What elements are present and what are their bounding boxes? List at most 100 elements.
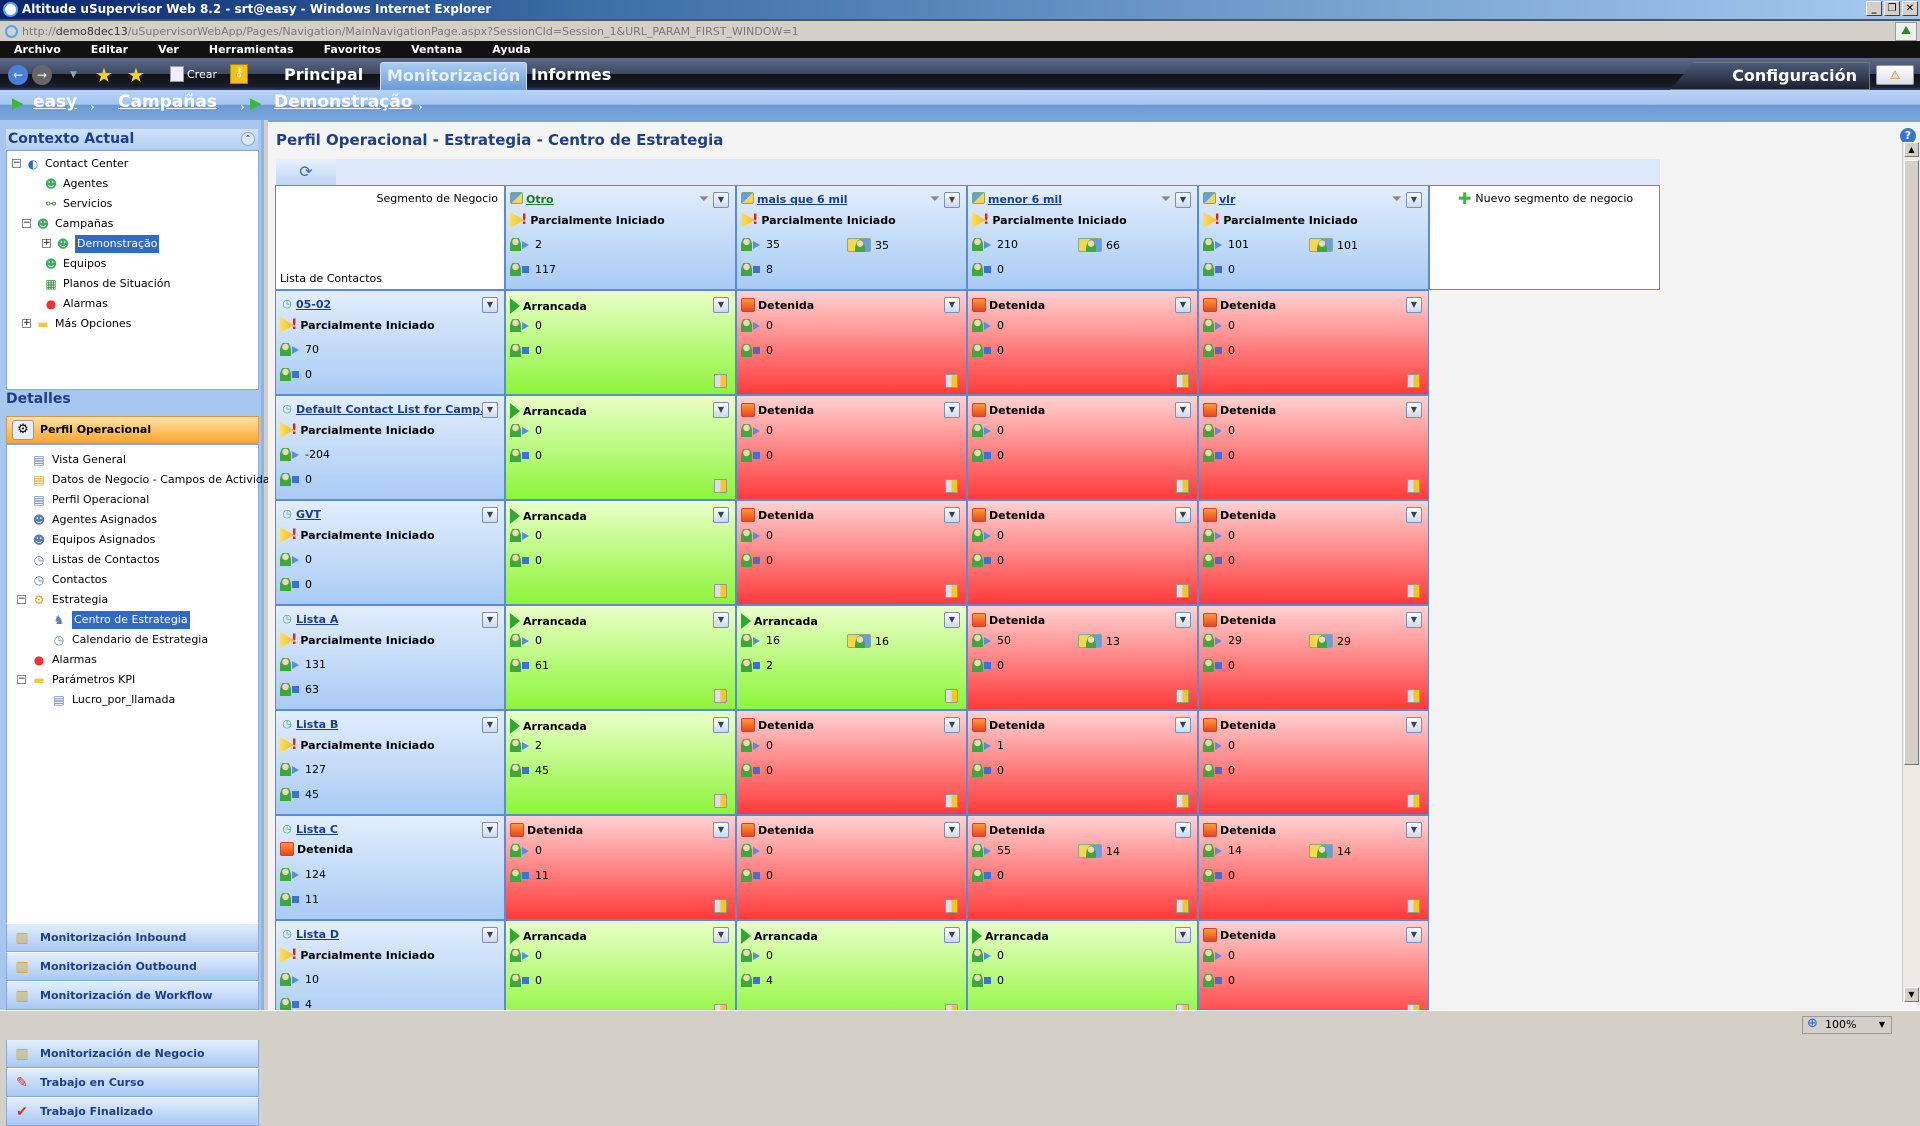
nav-group-trabajo-finalizado[interactable]: ✔ Trabajo Finalizado xyxy=(6,1097,259,1126)
menu-herramientas[interactable]: Herramientas xyxy=(209,41,294,58)
business-data-icon[interactable] xyxy=(1407,374,1420,388)
business-data-icon[interactable] xyxy=(945,479,958,493)
breadcrumb-easy[interactable]: easy xyxy=(33,92,77,112)
collapse-toggle-icon[interactable]: − xyxy=(17,675,26,684)
tree-item-planos-de-situaci-n[interactable]: ▦ Planos de Situación xyxy=(43,275,170,293)
filter-icon[interactable]: ⏷ xyxy=(1161,192,1171,207)
segment-menu-dropdown[interactable]: ▼ xyxy=(713,192,729,208)
details-item-equipos-asignados[interactable]: ☻ Equipos Asignados xyxy=(31,531,156,549)
filter-icon[interactable]: ⏷ xyxy=(930,192,940,207)
cell-menu-dropdown[interactable]: ▼ xyxy=(1175,717,1191,733)
details-item-centro-de-estrategia[interactable]: ♞ Centro de Estrategia xyxy=(51,611,190,629)
business-data-icon[interactable] xyxy=(945,374,958,388)
business-data-icon[interactable] xyxy=(714,794,727,808)
alerts-notes-icon[interactable]: ⚠ xyxy=(1876,65,1914,85)
contact-list-name-link[interactable]: Lista D xyxy=(296,928,339,941)
collapse-toggle-icon[interactable]: − xyxy=(17,595,26,604)
breadcrumb-campanas[interactable]: Campañas xyxy=(118,92,217,112)
contact-list-name-link[interactable]: Lista A xyxy=(296,613,338,626)
cell-menu-dropdown[interactable]: ▼ xyxy=(1406,822,1422,838)
history-dropdown-icon[interactable]: ▼ xyxy=(70,70,77,80)
cell-menu-dropdown[interactable]: ▼ xyxy=(1406,612,1422,628)
filter-icon[interactable]: ⏷ xyxy=(699,192,709,207)
cell-menu-dropdown[interactable]: ▼ xyxy=(713,402,729,418)
segment-name-link[interactable]: mais que 6 mil xyxy=(757,193,848,206)
restore-button[interactable]: ❐ xyxy=(1884,1,1900,16)
segment-name-link[interactable]: Otro xyxy=(526,193,554,206)
vertical-scrollbar[interactable]: ▲ ▼ xyxy=(1902,142,1920,1002)
segment-menu-dropdown[interactable]: ▼ xyxy=(944,192,960,208)
cell-menu-dropdown[interactable]: ▼ xyxy=(713,612,729,628)
tab-monitorizacion[interactable]: Monitorización xyxy=(380,62,528,90)
compatibility-view-icon[interactable]: ⛰ xyxy=(1895,22,1917,41)
cell-menu-dropdown[interactable]: ▼ xyxy=(944,507,960,523)
list-menu-dropdown[interactable]: ▼ xyxy=(482,717,498,733)
business-data-icon[interactable] xyxy=(1407,899,1420,913)
nav-group-monitorizaci-n-de-workflow[interactable]: ▥ Monitorización de Workflow xyxy=(6,981,259,1010)
details-item-calendario-de-estrategia[interactable]: ◷ Calendario de Estrategia xyxy=(51,631,208,649)
cell-menu-dropdown[interactable]: ▼ xyxy=(944,822,960,838)
back-button[interactable]: ← xyxy=(8,65,28,85)
close-button[interactable]: ✕ xyxy=(1902,1,1918,16)
breadcrumb-demonstracao[interactable]: Demonstração xyxy=(274,92,412,112)
nav-group-monitorizaci-n-de-negocio[interactable]: ▥ Monitorización de Negocio xyxy=(6,1039,259,1068)
tree-item-agentes[interactable]: ☻ Agentes xyxy=(43,175,108,193)
minimize-button[interactable]: _ xyxy=(1866,1,1882,16)
details-item-perfil-operacional[interactable]: ▤ Perfil Operacional xyxy=(31,491,149,509)
tree-item-contact-center[interactable]: ◐ Contact Center xyxy=(25,155,129,173)
cell-menu-dropdown[interactable]: ▼ xyxy=(944,717,960,733)
business-data-icon[interactable] xyxy=(714,584,727,598)
menu-ver[interactable]: Ver xyxy=(158,41,179,58)
cell-menu-dropdown[interactable]: ▼ xyxy=(1175,402,1191,418)
forward-button[interactable]: → xyxy=(32,65,52,85)
business-data-icon[interactable] xyxy=(714,479,727,493)
nav-group-monitorizaci-n-outbound[interactable]: ▥ Monitorización Outbound xyxy=(6,952,259,981)
business-data-icon[interactable] xyxy=(945,689,958,703)
nav-group-trabajo-en-curso[interactable]: ✎ Trabajo en Curso xyxy=(6,1068,259,1097)
cell-menu-dropdown[interactable]: ▼ xyxy=(713,297,729,313)
details-active-section[interactable]: ⚙ Perfil Operacional xyxy=(6,416,259,444)
list-menu-dropdown[interactable]: ▼ xyxy=(482,822,498,838)
scroll-down-button[interactable]: ▼ xyxy=(1904,987,1919,1002)
details-item-estrategia[interactable]: ⚙ Estrategia xyxy=(31,591,109,609)
business-data-icon[interactable] xyxy=(714,374,727,388)
collapse-toggle-icon[interactable]: − xyxy=(12,159,21,168)
business-data-icon[interactable] xyxy=(945,794,958,808)
details-item-par-metros-kpi[interactable]: ▬ Parámetros KPI xyxy=(31,671,135,689)
details-item-lucro-por-llamada[interactable]: ▤ Lucro_por_llamada xyxy=(51,691,175,709)
favorites-icon[interactable]: ★ xyxy=(127,63,145,87)
cell-menu-dropdown[interactable]: ▼ xyxy=(1175,927,1191,943)
menu-editar[interactable]: Editar xyxy=(91,41,128,58)
details-item-agentes-asignados[interactable]: ☻ Agentes Asignados xyxy=(31,511,157,529)
scroll-up-button[interactable]: ▲ xyxy=(1904,142,1919,157)
menu-ayuda[interactable]: Ayuda xyxy=(492,41,530,58)
business-data-icon[interactable] xyxy=(1176,794,1189,808)
cell-menu-dropdown[interactable]: ▼ xyxy=(1175,822,1191,838)
create-button[interactable]: Crear xyxy=(170,66,217,82)
segment-menu-dropdown[interactable]: ▼ xyxy=(1175,192,1191,208)
menu-favoritos[interactable]: Favoritos xyxy=(324,41,382,58)
key-icon[interactable]: ⚷ xyxy=(230,64,248,84)
business-data-icon[interactable] xyxy=(1407,584,1420,598)
cell-menu-dropdown[interactable]: ▼ xyxy=(944,927,960,943)
configuration-button[interactable]: Configuración xyxy=(1670,62,1870,90)
business-data-icon[interactable] xyxy=(1176,584,1189,598)
cell-menu-dropdown[interactable]: ▼ xyxy=(713,927,729,943)
business-data-icon[interactable] xyxy=(1176,374,1189,388)
cell-menu-dropdown[interactable]: ▼ xyxy=(1175,612,1191,628)
business-data-icon[interactable] xyxy=(1176,479,1189,493)
cell-menu-dropdown[interactable]: ▼ xyxy=(713,822,729,838)
business-data-icon[interactable] xyxy=(1176,899,1189,913)
cell-menu-dropdown[interactable]: ▼ xyxy=(1175,507,1191,523)
expand-toggle-icon[interactable]: + xyxy=(42,239,51,248)
menu-archivo[interactable]: Archivo xyxy=(14,41,61,58)
business-data-icon[interactable] xyxy=(714,899,727,913)
expand-toggle-icon[interactable]: + xyxy=(22,319,31,328)
menu-ventana[interactable]: Ventana xyxy=(411,41,462,58)
business-data-icon[interactable] xyxy=(1407,794,1420,808)
tree-item-m-s-opciones[interactable]: ▬ Más Opciones xyxy=(35,315,131,333)
contact-list-name-link[interactable]: Lista B xyxy=(296,718,338,731)
contact-list-name-link[interactable]: Lista C xyxy=(296,823,338,836)
tree-item-campa-as[interactable]: ☻ Campañas xyxy=(35,215,114,233)
business-data-icon[interactable] xyxy=(945,584,958,598)
